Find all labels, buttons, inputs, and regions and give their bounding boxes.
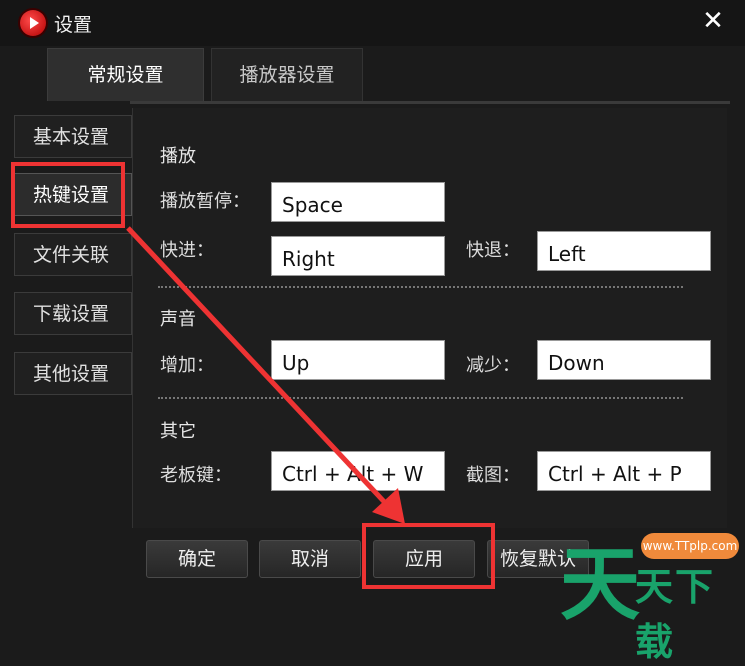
watermark-logo: 天: [560, 537, 640, 631]
annotation-arrow-icon: [126, 226, 405, 524]
watermark-text: 天下载: [635, 565, 716, 664]
